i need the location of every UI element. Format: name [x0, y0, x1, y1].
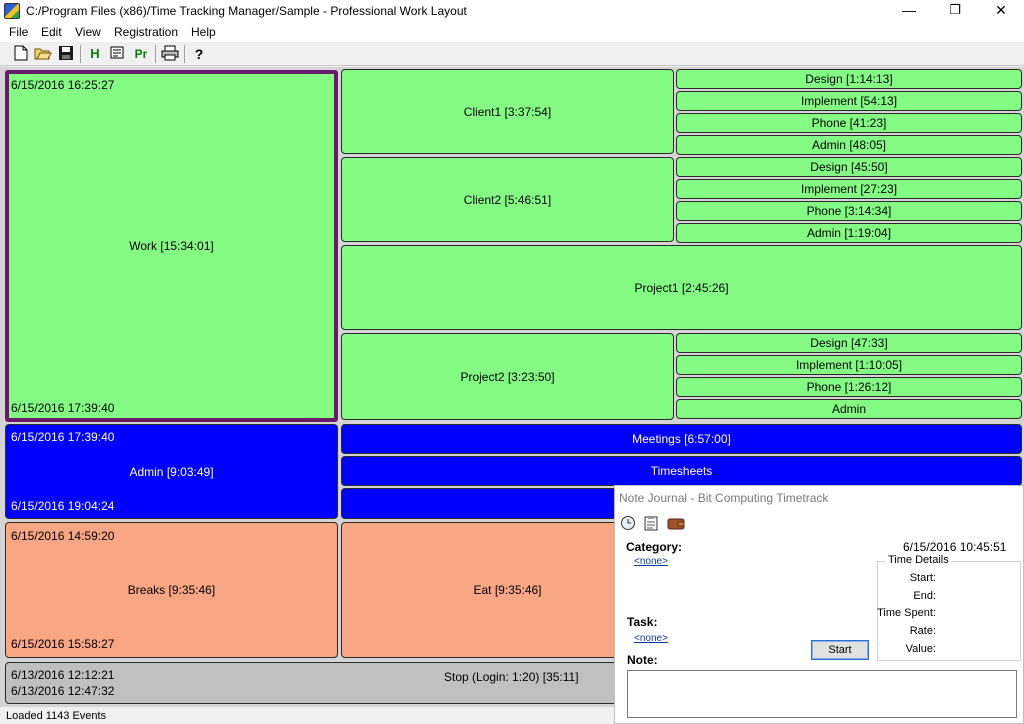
task-label: Design [1:14:13]	[805, 72, 893, 86]
client2-task-implement[interactable]: Implement [27:23]	[676, 179, 1022, 199]
stop-start-time: 6/13/2016 12:12:21	[11, 668, 115, 682]
work-tile[interactable]: 6/15/2016 16:25:27 Work [15:34:01] 6/15/…	[5, 70, 338, 422]
project1-label: Project1 [2:45:26]	[634, 280, 729, 295]
task-label: Admin [1:19:04]	[806, 226, 892, 240]
meetings-label: Meetings [6:57:00]	[632, 432, 731, 446]
note-journal-window[interactable]: Note Journal - Bit Computing Timetrack C…	[614, 485, 1024, 724]
clipboard-icon[interactable]	[643, 515, 659, 531]
task-label: Phone [41:23]	[811, 116, 887, 130]
client2-tile[interactable]: Client2 [5:46:51]	[341, 157, 674, 242]
project2-task-admin[interactable]: Admin	[676, 399, 1022, 419]
client1-task-design[interactable]: Design [1:14:13]	[676, 69, 1022, 89]
meetings-tile[interactable]: Meetings [6:57:00]	[341, 424, 1022, 454]
note-textarea[interactable]	[627, 670, 1017, 718]
client2-task-admin[interactable]: Admin [1:19:04]	[676, 223, 1022, 243]
pr-report-icon[interactable]: Pr	[130, 45, 152, 63]
task-label: Admin [48:05]	[811, 138, 887, 152]
title-bar: C:/Program Files (x86)/Time Tracking Man…	[0, 0, 1024, 22]
client1-task-phone[interactable]: Phone [41:23]	[676, 113, 1022, 133]
project2-tile[interactable]: Project2 [3:23:50]	[341, 333, 674, 420]
breaks-label: Breaks [9:35:46]	[127, 583, 216, 597]
task-label: Design [47:33]	[810, 336, 888, 350]
print-icon[interactable]	[161, 45, 179, 63]
status-text: Loaded 1143 Events	[6, 710, 107, 722]
task-link[interactable]: <none>	[634, 633, 668, 644]
time-start-label: Start:	[909, 572, 936, 584]
value-label: Value:	[905, 643, 936, 655]
save-icon[interactable]	[57, 45, 75, 63]
help-icon[interactable]: ?	[190, 45, 208, 63]
breaks-start-time: 6/15/2016 14:59:20	[11, 529, 115, 543]
task-label: Admin	[831, 402, 866, 416]
task-label: Phone [3:14:34]	[806, 204, 892, 218]
work-end-time: 6/15/2016 17:39:40	[11, 401, 115, 415]
admin-label: Admin [9:03:49]	[129, 464, 214, 479]
rate-label: Rate:	[909, 625, 936, 637]
menu-bar: File Edit View Registration Help	[0, 22, 1024, 42]
client1-task-implement[interactable]: Implement [54:13]	[676, 91, 1022, 111]
task-label: Implement [54:13]	[800, 94, 898, 108]
note-journal-title: Note Journal - Bit Computing Timetrack	[619, 491, 829, 505]
client2-label: Client2 [5:46:51]	[463, 192, 552, 207]
wallet-icon[interactable]	[667, 515, 685, 531]
note-label: Note:	[627, 653, 658, 667]
category-label: Category:	[626, 540, 683, 554]
maximize-button[interactable]: ❐	[932, 0, 978, 22]
task-label: Phone [1:26:12]	[806, 380, 892, 394]
time-details-group: Time Details Start: End: Time Spent: Rat…	[877, 554, 1021, 661]
client2-task-phone[interactable]: Phone [3:14:34]	[676, 201, 1022, 221]
toolbar-separator	[184, 45, 185, 63]
client1-task-admin[interactable]: Admin [48:05]	[676, 135, 1022, 155]
time-details-legend: Time Details	[886, 554, 951, 566]
minimize-button[interactable]: —	[886, 0, 932, 22]
project2-task-implement[interactable]: Implement [1:10:05]	[676, 355, 1022, 375]
task-label: Task:	[627, 615, 658, 629]
work-start-time: 6/15/2016 16:25:27	[11, 78, 115, 92]
status-bar: Loaded 1143 Events	[0, 707, 614, 724]
category-link[interactable]: <none>	[634, 556, 668, 567]
stop-end-time: 6/13/2016 12:47:32	[11, 684, 115, 698]
menu-help[interactable]: Help	[191, 25, 216, 39]
clock-icon[interactable]	[620, 515, 636, 531]
work-label: Work [15:34:01]	[129, 239, 214, 253]
task-label: Design [45:50]	[810, 160, 888, 174]
window-title: C:/Program Files (x86)/Time Tracking Man…	[26, 4, 467, 18]
admin-tile[interactable]: 6/15/2016 17:39:40 Admin [9:03:49] 6/15/…	[5, 424, 338, 519]
breaks-end-time: 6/15/2016 15:58:27	[11, 637, 115, 651]
menu-view[interactable]: View	[75, 25, 101, 39]
client2-task-design[interactable]: Design [45:50]	[676, 157, 1022, 177]
time-end-label: End:	[913, 590, 936, 602]
task-label: Implement [27:23]	[800, 182, 898, 196]
task-label: Implement [1:10:05]	[795, 358, 903, 372]
h-report-icon[interactable]: H	[86, 45, 104, 63]
project1-tile[interactable]: Project1 [2:45:26]	[341, 245, 1022, 330]
time-spent-label: Time Spent:	[877, 607, 936, 619]
project2-task-phone[interactable]: Phone [1:26:12]	[676, 377, 1022, 397]
report-icon[interactable]	[108, 45, 126, 63]
admin-end-time: 6/15/2016 19:04:24	[11, 499, 115, 513]
client1-label: Client1 [3:37:54]	[463, 104, 552, 119]
toolbar-separator	[80, 45, 81, 63]
timesheets-tile[interactable]: Timesheets	[341, 456, 1022, 486]
menu-registration[interactable]: Registration	[114, 25, 178, 39]
toolbar-separator	[155, 45, 156, 63]
client1-tile[interactable]: Client1 [3:37:54]	[341, 69, 674, 154]
project2-label: Project2 [3:23:50]	[460, 369, 555, 384]
open-folder-icon[interactable]	[34, 45, 52, 63]
menu-edit[interactable]: Edit	[41, 25, 62, 39]
close-button[interactable]: ✕	[978, 0, 1024, 22]
toolbar: H Pr ?	[0, 42, 1024, 66]
admin-start-time: 6/15/2016 17:39:40	[11, 430, 115, 444]
breaks-tile[interactable]: 6/15/2016 14:59:20 Breaks [9:35:46] 6/15…	[5, 522, 338, 658]
app-icon	[4, 3, 20, 19]
stop-label: Stop (Login: 1:20) [35:11]	[444, 670, 579, 684]
new-file-icon[interactable]	[12, 45, 30, 63]
start-button[interactable]: Start	[811, 640, 869, 660]
menu-file[interactable]: File	[9, 25, 28, 39]
project2-task-design[interactable]: Design [47:33]	[676, 333, 1022, 353]
timesheets-label: Timesheets	[650, 464, 713, 478]
